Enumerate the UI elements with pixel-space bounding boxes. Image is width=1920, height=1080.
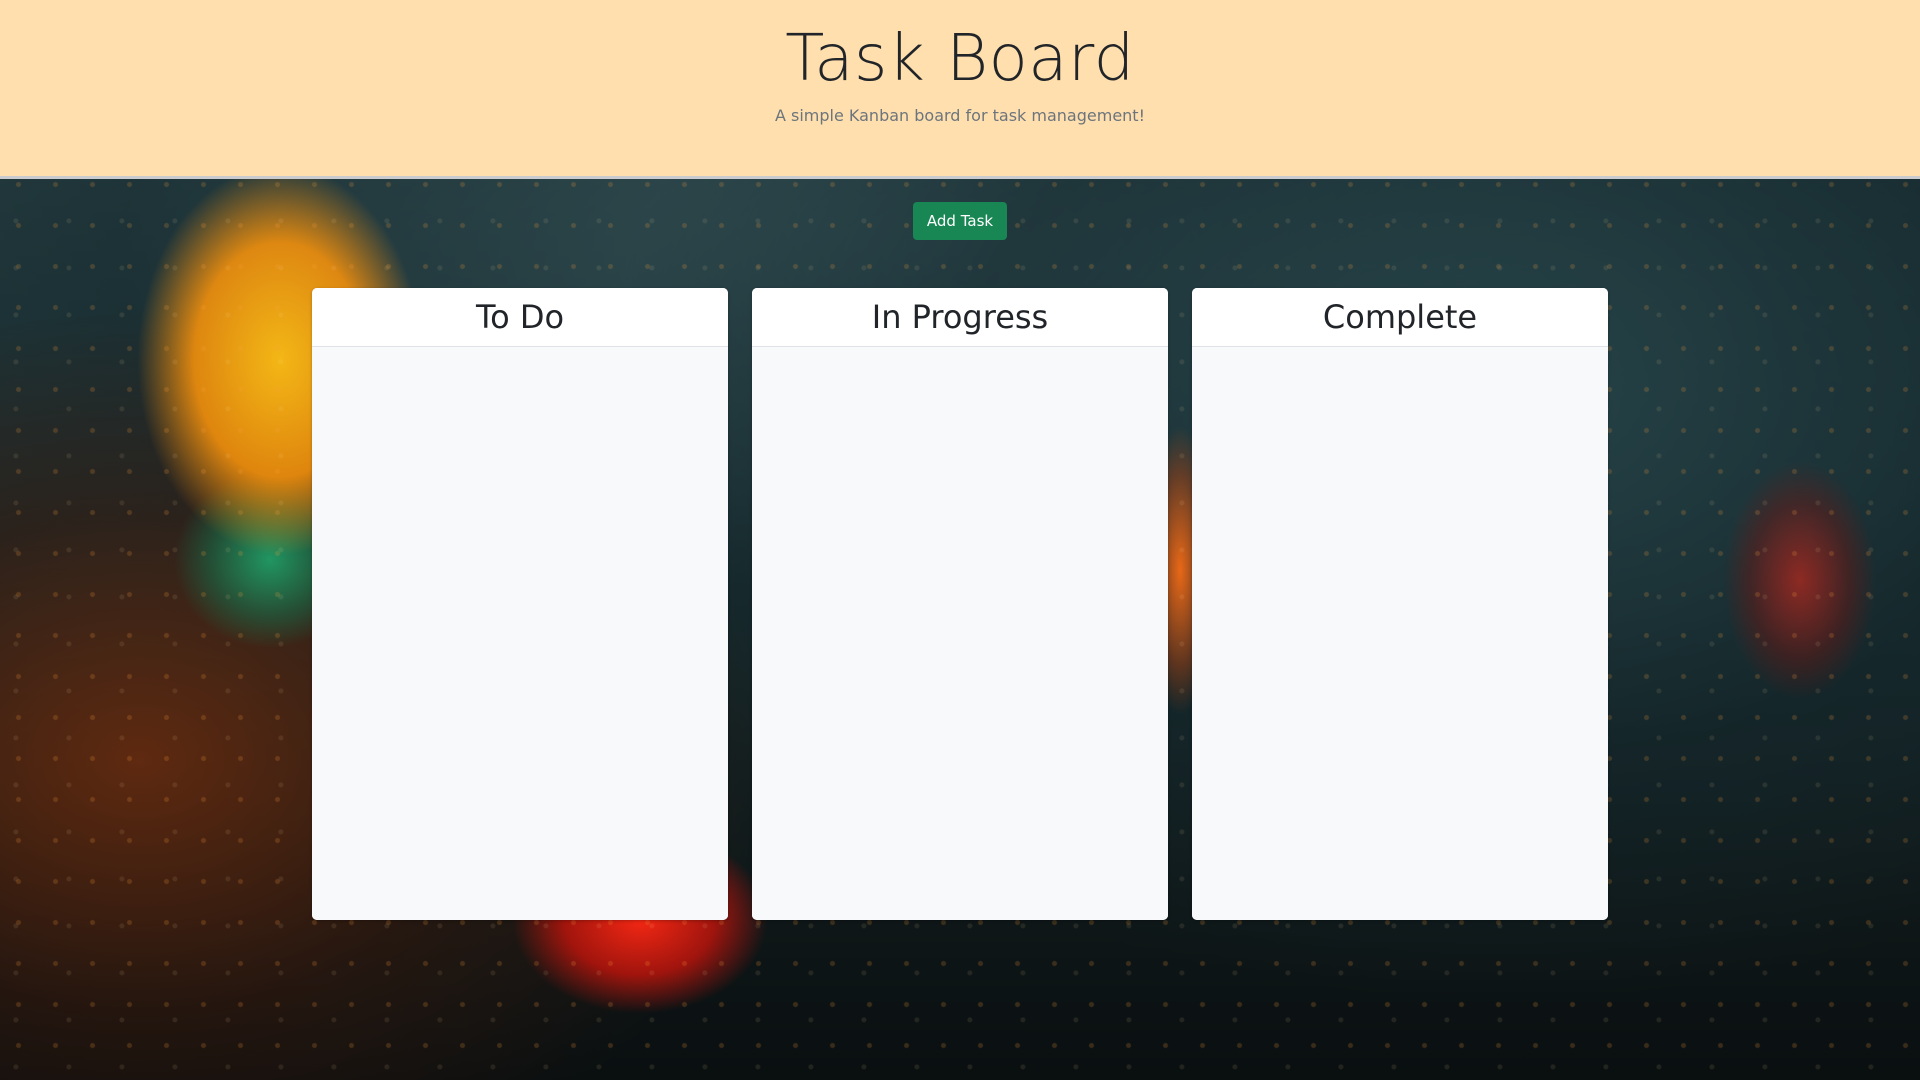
lane-drop-area-complete[interactable] (1192, 347, 1608, 920)
lane-header: Complete (1192, 288, 1608, 347)
lane-title-in-progress: In Progress (871, 298, 1049, 336)
lane-in-progress[interactable]: In Progress (752, 288, 1168, 920)
add-task-button[interactable]: Add Task (913, 202, 1007, 240)
lane-title-complete: Complete (1322, 298, 1478, 336)
lane-header: In Progress (752, 288, 1168, 347)
page-subtitle: A simple Kanban board for task managemen… (774, 106, 1145, 125)
page-title: Task Board (785, 22, 1135, 96)
lane-todo[interactable]: To Do (312, 288, 728, 920)
lane-title-todo: To Do (475, 298, 565, 336)
kanban-board: To Do In Progress Complete (312, 288, 1608, 920)
lane-header: To Do (312, 288, 728, 347)
lane-drop-area-in-progress[interactable] (752, 347, 1168, 920)
lane-drop-area-todo[interactable] (312, 347, 728, 920)
lane-complete[interactable]: Complete (1192, 288, 1608, 920)
page-header: Task Board A simple Kanban board for tas… (0, 0, 1920, 179)
